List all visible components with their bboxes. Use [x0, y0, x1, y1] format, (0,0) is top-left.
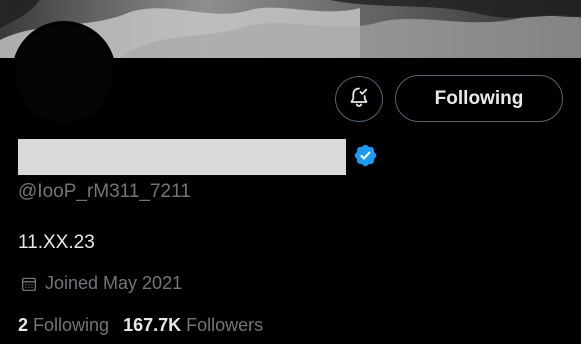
- calendar-icon: [20, 275, 38, 293]
- following-button[interactable]: Following: [395, 75, 563, 122]
- profile-handle: @IooP_rM311_7211: [18, 181, 191, 202]
- following-count: 2: [18, 315, 29, 335]
- followers-stat-link[interactable]: 167.7K Followers: [123, 315, 263, 336]
- profile-bio: 11.XX.23: [18, 232, 95, 253]
- following-stat-label: Following: [33, 315, 110, 335]
- following-stat-link[interactable]: 2 Following: [18, 315, 109, 336]
- followers-stat-label: Followers: [186, 315, 264, 335]
- notification-bell-button[interactable]: [335, 76, 383, 122]
- profile-avatar[interactable]: [12, 21, 116, 125]
- verified-badge-icon: [353, 143, 378, 168]
- profile-stats: 2 Following 167.7K Followers: [18, 315, 277, 336]
- joined-label: Joined May 2021: [45, 273, 183, 293]
- display-name-redacted: [18, 139, 346, 175]
- followers-count: 167.7K: [123, 315, 182, 335]
- joined-date: Joined May 2021: [20, 273, 182, 294]
- bell-check-icon: [347, 85, 371, 114]
